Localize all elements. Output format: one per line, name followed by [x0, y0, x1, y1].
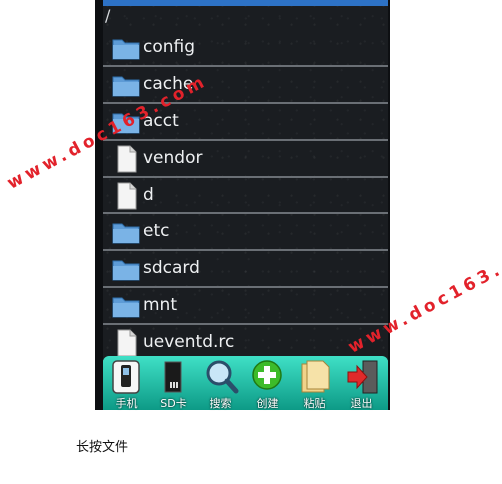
file-row-sdcard[interactable]: sdcard	[103, 251, 388, 289]
create-label: 创建	[256, 397, 279, 410]
phone-frame: / config cache acct vendor d etc sdcard …	[95, 0, 390, 410]
folder-icon	[112, 76, 140, 97]
search-button[interactable]: 搜索	[197, 356, 244, 410]
title-bar	[103, 0, 388, 6]
file-name: ueventd.rc	[143, 332, 235, 353]
phone-icon	[112, 360, 140, 394]
file-icon	[117, 329, 137, 357]
plus-icon	[252, 360, 282, 390]
file-name: vendor	[143, 147, 203, 168]
search-icon	[206, 360, 239, 394]
phone-label: 手机	[115, 397, 138, 410]
paste-label: 粘贴	[303, 397, 326, 410]
current-path: /	[105, 6, 111, 25]
file-row-etc[interactable]: etc	[103, 214, 388, 252]
create-button[interactable]: 创建	[244, 356, 291, 410]
file-name: etc	[143, 221, 170, 242]
file-name: config	[143, 37, 196, 57]
file-row-vendor[interactable]: vendor	[103, 141, 388, 178]
file-row-config[interactable]: config	[103, 30, 388, 67]
file-name: d	[143, 184, 154, 205]
paste-button[interactable]: 粘贴	[291, 356, 338, 410]
sdcard-icon	[164, 361, 182, 393]
exit-icon	[347, 360, 378, 394]
file-icon	[117, 145, 137, 173]
file-row-cache[interactable]: cache	[103, 67, 388, 104]
folder-icon	[112, 297, 140, 318]
folder-icon	[112, 223, 140, 244]
paste-icon	[301, 360, 330, 393]
caption: 长按文件	[76, 440, 129, 455]
file-list: config cache acct vendor d etc sdcard mn…	[103, 30, 388, 363]
exit-label: 退出	[350, 397, 373, 410]
file-row-d[interactable]: d	[103, 178, 388, 215]
sdcard-button[interactable]: SD卡	[150, 356, 197, 410]
file-manager-screen: / config cache acct vendor d etc sdcard …	[103, 0, 388, 410]
file-row-mnt[interactable]: mnt	[103, 288, 388, 326]
folder-icon	[112, 39, 140, 60]
search-label: 搜索	[209, 397, 232, 410]
phone-button[interactable]: 手机	[103, 356, 150, 410]
file-name: mnt	[143, 295, 177, 316]
file-name: sdcard	[143, 258, 200, 279]
folder-icon	[112, 260, 140, 281]
exit-button[interactable]: 退出	[338, 356, 385, 410]
bottom-toolbar: 手机 SD卡 搜索 创建 粘贴 退出	[103, 356, 388, 410]
file-icon	[117, 182, 137, 210]
sdcard-label: SD卡	[160, 397, 187, 410]
